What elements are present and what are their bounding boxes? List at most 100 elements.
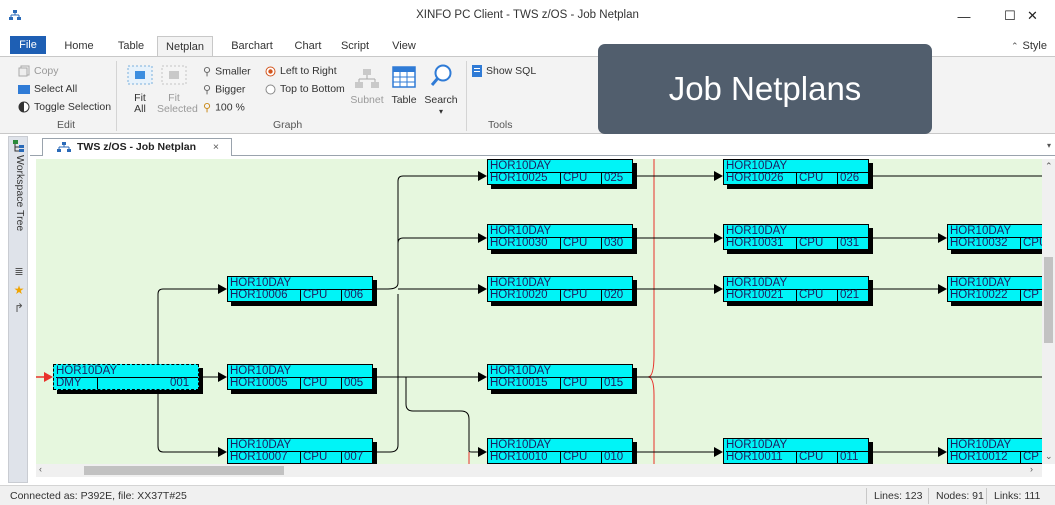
node-workstation: CPU [799, 237, 824, 249]
ribbon-divider [466, 61, 467, 131]
node-workstation: CPU [303, 451, 328, 463]
toggle-selection-label: Toggle Selection [34, 101, 112, 113]
workspace-tree-tab[interactable]: Workspace Tree [12, 155, 26, 231]
workspace-tree-icon[interactable] [12, 139, 26, 153]
tab-job-netplan[interactable]: TWS z/OS - Job Netplan × [42, 138, 232, 156]
netplan-canvas[interactable]: HOR10DAY DMY 001 HOR10DAY HOR10006 CPU 006 HOR1… [36, 159, 1042, 464]
show-sql-button[interactable]: Show SQL [472, 65, 536, 78]
job-node[interactable]: HOR10DAY HOR10011 CPU 011 [723, 438, 869, 464]
vertical-scroll-thumb[interactable] [1044, 257, 1053, 343]
arrow-head [938, 447, 947, 457]
list-icon[interactable]: ≣ [12, 265, 26, 279]
top-to-bottom-radio[interactable]: Top to Bottom [265, 83, 345, 95]
arrow-head [218, 372, 227, 382]
minimize-button[interactable]: — [941, 0, 987, 32]
job-node[interactable]: HOR10DAY DMY 001 [53, 364, 199, 390]
tab-script[interactable]: Script [335, 36, 375, 56]
node-workstation: CPU [303, 377, 328, 389]
tab-barchart[interactable]: Barchart [223, 36, 281, 56]
tab-home[interactable]: Home [58, 36, 100, 56]
node-cell-divider [837, 237, 838, 249]
node-cell-divider [601, 451, 602, 463]
job-node[interactable]: HOR10DAY HOR10012 CP [947, 438, 1042, 464]
scroll-left-icon[interactable]: ‹ [39, 464, 42, 474]
dependency-link [397, 237, 478, 244]
smaller-button[interactable]: ⚲ Smaller [203, 65, 251, 78]
tab-view[interactable]: View [388, 36, 420, 56]
status-divider [986, 488, 987, 504]
job-node[interactable]: HOR10DAY HOR10020 CPU 020 [487, 276, 633, 302]
job-node[interactable]: HOR10DAY HOR10026 CPU 026 [723, 159, 869, 185]
node-application: HOR10DAY [490, 365, 552, 377]
node-operation: 015 [604, 377, 624, 389]
node-workstation: CP [1023, 451, 1039, 463]
node-workstation: CP [1023, 289, 1039, 301]
node-cell-divider [601, 289, 602, 301]
node-workstation: CPU [563, 289, 588, 301]
left-to-right-radio[interactable]: Left to Right [265, 65, 337, 77]
scroll-up-icon[interactable]: ⌃ [1045, 161, 1053, 172]
zoom-in-icon: ⚲ [203, 84, 212, 96]
scroll-down-icon[interactable]: ⌄ [1045, 451, 1053, 462]
node-operation: 021 [840, 289, 860, 301]
arrow-head [938, 233, 947, 243]
node-application: HOR10DAY [490, 225, 552, 237]
horizontal-scrollbar[interactable]: ‹ › [36, 464, 1042, 477]
favorites-icon[interactable]: ★ [12, 283, 26, 297]
app-window: XINFO PC Client - TWS z/OS - Job Netplan… [0, 0, 1055, 505]
critical-path-line [647, 159, 655, 464]
search-dropdown-icon[interactable]: ▾ [436, 106, 446, 117]
close-button[interactable]: ✕ [1010, 0, 1055, 32]
job-node[interactable]: HOR10DAY HOR10030 CPU 030 [487, 224, 633, 250]
fit-selected-button[interactable]: Fit Selected [157, 93, 198, 115]
node-cell-divider [601, 172, 602, 184]
job-node[interactable]: HOR10DAY HOR10005 CPU 005 [227, 364, 373, 390]
scroll-right-icon[interactable]: › [1030, 464, 1033, 474]
toggle-selection-button[interactable]: Toggle Selection [18, 101, 111, 113]
zoom-reset-icon: ⚲ [203, 102, 212, 114]
job-node[interactable]: HOR10DAY HOR10021 CPU 021 [723, 276, 869, 302]
job-node[interactable]: HOR10DAY HOR10007 CPU 007 [227, 438, 373, 464]
job-node[interactable]: HOR10DAYHOR10032CPU [947, 224, 1042, 250]
job-node[interactable]: HOR10DAY HOR10031 CPU 031 [723, 224, 869, 250]
dependency-link [405, 377, 478, 453]
node-cell-divider [560, 237, 561, 249]
vertical-scrollbar[interactable]: ⌃ ⌄ [1042, 159, 1055, 464]
status-bar: Connected as: P392E, file: XX37T#25 Line… [0, 485, 1055, 505]
job-node[interactable]: HOR10DAY HOR10006 CPU 006 [227, 276, 373, 302]
tab-list-dropdown-icon[interactable]: ▾ [1047, 141, 1051, 150]
table-button[interactable]: Table [388, 95, 420, 106]
node-cell-divider [341, 451, 342, 463]
fit-all-button[interactable]: Fit All [130, 93, 150, 115]
tab-table[interactable]: Table [112, 36, 150, 56]
tab-netplan[interactable]: Netplan [157, 36, 213, 57]
copy-button[interactable]: Copy [18, 65, 59, 77]
tab-chart[interactable]: Chart [287, 36, 329, 56]
search-button[interactable]: Search [423, 95, 459, 106]
select-all-button[interactable]: Select All [18, 83, 77, 95]
links-count: Links: 111 [994, 490, 1041, 502]
tab-file[interactable]: File [10, 36, 46, 54]
node-application: HOR10DAY [726, 160, 788, 172]
node-cell-divider [341, 289, 342, 301]
node-workstation: CPU [563, 377, 588, 389]
left-to-right-label: Left to Right [280, 65, 337, 77]
fit-all-icon [127, 65, 153, 85]
subnet-button[interactable]: Subnet [348, 95, 386, 106]
horizontal-scroll-thumb[interactable] [84, 466, 284, 475]
share-icon[interactable]: ↱ [12, 301, 26, 315]
node-operation: 026 [840, 172, 860, 184]
bigger-button[interactable]: ⚲ Bigger [203, 83, 245, 96]
job-node[interactable]: HOR10DAY HOR10022 CP [947, 276, 1042, 302]
job-node[interactable]: HOR10DAY HOR10025 CPU 025 [487, 159, 633, 185]
job-node[interactable]: HOR10DAY HOR10010 CPU 010 [487, 438, 633, 464]
job-node[interactable]: HOR10DAY HOR10015 CPU 015 [487, 364, 633, 390]
node-application: HOR10DAY [230, 365, 292, 377]
style-menu[interactable]: ⌃ Style [1011, 36, 1047, 56]
zoom-100-button[interactable]: ⚲ 100 % [203, 101, 245, 114]
node-application: HOR10DAY [490, 439, 552, 451]
subnet-icon [355, 69, 379, 88]
arrow-head [714, 171, 723, 181]
close-tab-icon[interactable]: × [213, 139, 219, 156]
edit-group-label: Edit [57, 119, 76, 131]
